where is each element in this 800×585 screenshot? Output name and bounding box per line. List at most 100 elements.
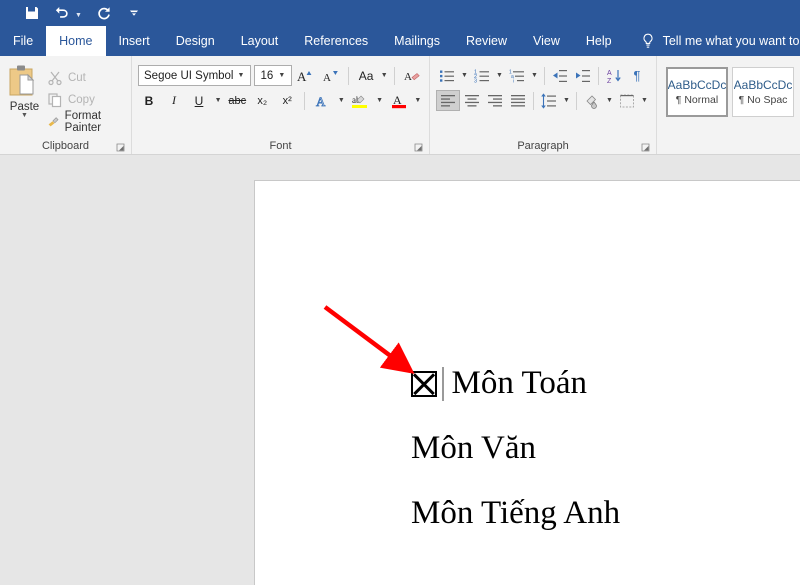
align-right-button[interactable]	[484, 90, 506, 111]
checked-checkbox-icon[interactable]	[411, 371, 437, 397]
document-line-1-text: Môn Toán	[452, 367, 588, 400]
subscript-button[interactable]: x₂	[251, 90, 273, 111]
tab-design[interactable]: Design	[163, 26, 228, 56]
tab-layout[interactable]: Layout	[228, 26, 292, 56]
bullets-dropdown-icon[interactable]: ▼	[459, 72, 470, 79]
strikethrough-button[interactable]: abc	[226, 90, 248, 111]
sort-button[interactable]: A Z	[603, 65, 625, 86]
save-icon[interactable]	[24, 5, 40, 21]
decrease-indent-button[interactable]	[549, 65, 571, 86]
style-card-no-spacing[interactable]: AaBbCcDc ¶ No Spac	[732, 67, 794, 117]
tab-mailings-label: Mailings	[394, 34, 440, 48]
change-case-button[interactable]: Aa	[355, 65, 377, 86]
tab-view-label: View	[533, 34, 560, 48]
tell-me-search[interactable]: Tell me what you want to do	[625, 26, 800, 56]
superscript-button[interactable]: x²	[276, 90, 298, 111]
paste-dropdown-icon[interactable]: ▼	[21, 113, 28, 119]
align-left-icon	[439, 92, 457, 110]
font-dialog-launcher-icon[interactable]	[414, 143, 423, 152]
tab-file[interactable]: File	[0, 26, 46, 56]
numbering-dropdown-icon[interactable]: ▼	[494, 72, 505, 79]
font-label-text: Font	[269, 140, 291, 152]
document-line-3[interactable]: Môn Tiếng Anh	[411, 481, 620, 546]
borders-button[interactable]	[616, 90, 638, 111]
group-font: Segoe UI Symbol ▼ 16 ▼ A	[132, 56, 430, 154]
font-name-combo[interactable]: Segoe UI Symbol ▼	[138, 65, 251, 86]
show-formatting-marks-button[interactable]: ¶	[626, 65, 648, 86]
tab-references[interactable]: References	[291, 26, 381, 56]
bullets-icon	[438, 67, 456, 85]
line-spacing-button[interactable]	[538, 90, 560, 111]
shrink-font-button[interactable]: A	[320, 65, 342, 86]
undo-dropdown-icon[interactable]: ▼	[75, 8, 82, 19]
bullets-button[interactable]	[436, 65, 458, 86]
subscript-label: x₂	[257, 95, 267, 107]
copy-button[interactable]: Copy	[47, 90, 125, 109]
customize-qat-icon[interactable]	[126, 5, 142, 21]
font-color-dropdown-icon[interactable]: ▼	[413, 97, 423, 104]
change-case-label: Aa	[359, 69, 374, 83]
increase-indent-icon	[574, 67, 592, 85]
borders-dropdown-icon[interactable]: ▼	[639, 97, 650, 104]
font-size-combo[interactable]: 16 ▼	[254, 65, 292, 86]
svg-text:A: A	[316, 94, 326, 109]
underline-dropdown-icon[interactable]: ▼	[213, 97, 223, 104]
group-paragraph: ▼ 1 2 3 ▼ 1 a i	[430, 56, 657, 154]
document-page[interactable]: Môn Toán Môn Văn Môn Tiếng Anh	[254, 180, 800, 585]
shading-icon	[583, 92, 601, 110]
svg-text:i: i	[513, 78, 514, 84]
multilevel-list-icon: 1 a i	[508, 67, 526, 85]
paragraph-dialog-launcher-icon[interactable]	[641, 143, 650, 152]
tab-home[interactable]: Home	[46, 26, 105, 56]
font-name-dropdown-icon[interactable]: ▼	[234, 72, 249, 79]
font-separator-2	[394, 67, 395, 85]
group-label-font: Font	[132, 137, 429, 154]
format-painter-button[interactable]: Format Painter	[47, 112, 125, 131]
numbering-button[interactable]: 1 2 3	[471, 65, 493, 86]
grow-font-button[interactable]: A	[295, 65, 317, 86]
font-size-dropdown-icon[interactable]: ▼	[274, 72, 289, 79]
document-line-1[interactable]: Môn Toán	[411, 351, 620, 416]
font-separator-1	[348, 67, 349, 85]
undo-icon[interactable]	[54, 5, 70, 21]
multilevel-list-dropdown-icon[interactable]: ▼	[529, 72, 540, 79]
font-color-button[interactable]: A	[388, 90, 410, 111]
tab-insert[interactable]: Insert	[106, 26, 163, 56]
tab-mailings[interactable]: Mailings	[381, 26, 453, 56]
tab-view[interactable]: View	[520, 26, 573, 56]
multilevel-list-button[interactable]: 1 a i	[506, 65, 528, 86]
redo-icon[interactable]	[96, 5, 112, 21]
align-left-button[interactable]	[436, 90, 460, 111]
document-line-2[interactable]: Môn Văn	[411, 416, 620, 481]
tab-file-label: File	[13, 34, 33, 48]
style-card-normal[interactable]: AaBbCcDc ¶ Normal	[666, 67, 728, 117]
increase-indent-button[interactable]	[572, 65, 594, 86]
italic-label: I	[172, 93, 176, 108]
svg-text:A: A	[404, 71, 412, 83]
paste-button[interactable]: Paste ▼	[6, 62, 43, 137]
change-case-dropdown-icon[interactable]: ▼	[380, 72, 388, 79]
underline-label: U	[195, 94, 204, 108]
text-effects-button[interactable]: A	[311, 90, 333, 111]
shading-button[interactable]	[581, 90, 603, 111]
underline-button[interactable]: U	[188, 90, 210, 111]
clipboard-dialog-launcher-icon[interactable]	[116, 143, 125, 152]
cut-button[interactable]: Cut	[47, 68, 125, 87]
line-spacing-dropdown-icon[interactable]: ▼	[561, 97, 572, 104]
bold-button[interactable]: B	[138, 90, 160, 111]
clear-formatting-button[interactable]: A	[401, 65, 423, 86]
italic-button[interactable]: I	[163, 90, 185, 111]
document-text-body[interactable]: Môn Toán Môn Văn Môn Tiếng Anh	[411, 351, 620, 546]
document-line-2-text: Môn Văn	[411, 432, 536, 465]
tab-help[interactable]: Help	[573, 26, 625, 56]
tab-review[interactable]: Review	[453, 26, 520, 56]
superscript-label: x²	[283, 95, 292, 107]
highlight-button[interactable]: ab	[349, 90, 371, 111]
copy-label: Copy	[68, 94, 95, 106]
justify-button[interactable]	[507, 90, 529, 111]
highlight-dropdown-icon[interactable]: ▼	[374, 97, 384, 104]
text-effects-dropdown-icon[interactable]: ▼	[336, 97, 346, 104]
align-center-button[interactable]	[461, 90, 483, 111]
shading-dropdown-icon[interactable]: ▼	[604, 97, 615, 104]
svg-text:A: A	[393, 93, 402, 107]
